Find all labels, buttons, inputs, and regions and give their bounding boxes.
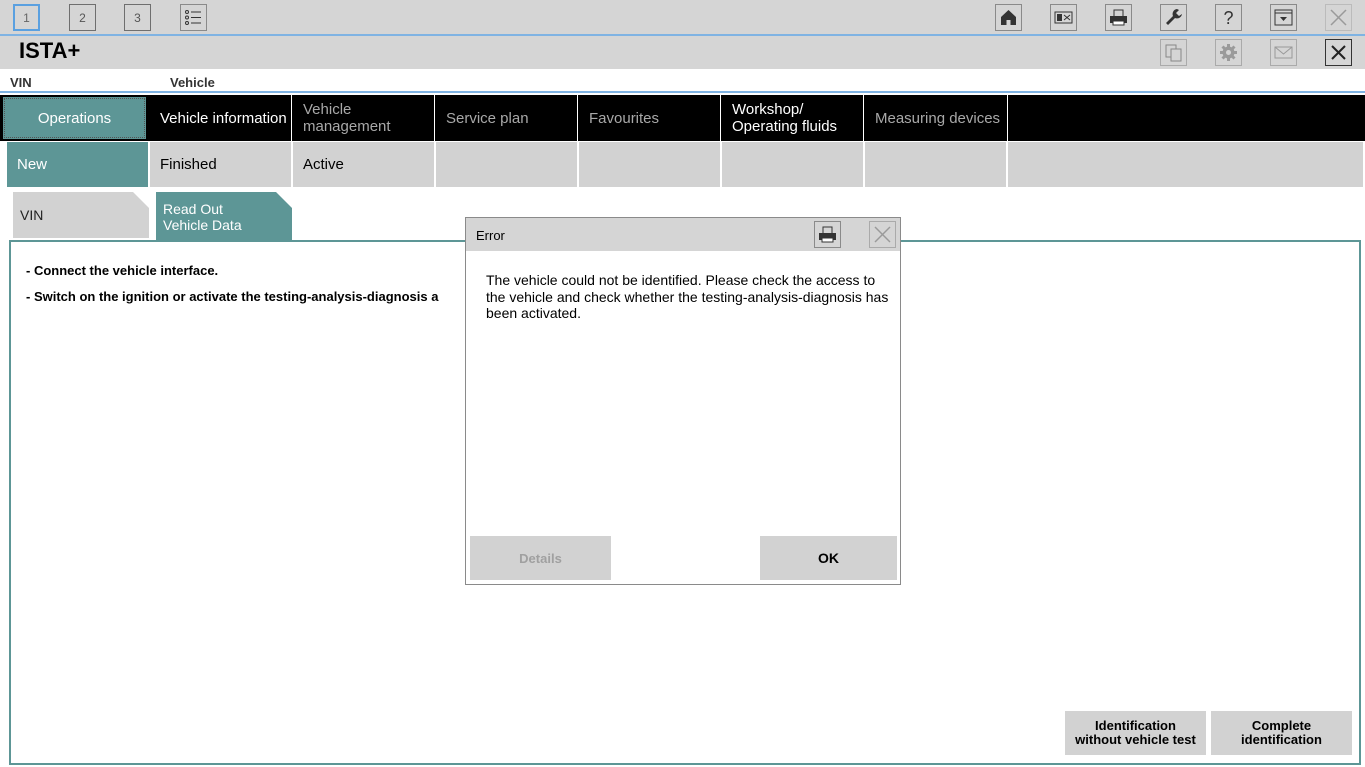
tab-label: VIN: [20, 207, 44, 223]
nav-label: Vehicle management: [303, 101, 391, 135]
ok-button[interactable]: OK: [760, 536, 897, 580]
subnav-label: New: [17, 156, 48, 173]
dialog-header: Error: [466, 218, 900, 251]
nav-label: Measuring devices: [875, 109, 1001, 127]
nav-label: Vehicle information: [160, 109, 287, 127]
nav-operations[interactable]: Operations: [1, 95, 148, 141]
session-tab-1[interactable]: 1: [13, 4, 40, 31]
vehicle-image-icon[interactable]: [1050, 4, 1077, 31]
button-label-line: identification: [1241, 732, 1322, 747]
details-button[interactable]: Details: [470, 536, 611, 580]
dialog-title: Error: [476, 228, 505, 243]
button-label: Details: [519, 550, 562, 566]
error-dialog: Error The vehicle could not be identifie…: [465, 217, 901, 585]
instruction-ignition: - Switch on the ignition or activate the…: [26, 289, 439, 304]
close-window-icon[interactable]: [1325, 4, 1352, 31]
main-navigation: Operations Vehicle information Vehicle m…: [0, 95, 1365, 141]
nav-vehicle-information[interactable]: Vehicle information: [150, 95, 292, 141]
mail-icon[interactable]: [1270, 39, 1297, 66]
home-icon[interactable]: [995, 4, 1022, 31]
nav-label: Service plan: [446, 109, 529, 127]
tab-vin[interactable]: VIN: [13, 192, 149, 238]
session-tab-3[interactable]: 3: [124, 4, 151, 31]
copy-icon[interactable]: [1160, 39, 1187, 66]
complete-identification-button[interactable]: Complete identification: [1211, 711, 1352, 755]
button-label: OK: [818, 550, 839, 566]
close-icon[interactable]: [869, 221, 896, 248]
subnav-label: Finished: [160, 156, 217, 173]
settings-icon[interactable]: [1215, 39, 1242, 66]
close-icon[interactable]: [1325, 39, 1352, 66]
session-tab-2[interactable]: 2: [69, 4, 96, 31]
subnav-new[interactable]: New: [7, 142, 148, 187]
subnav-empty-slot: [579, 142, 720, 187]
nav-label: Operations: [37, 109, 112, 127]
button-label-line: Identification: [1095, 718, 1176, 733]
nav-label: Workshop/ Operating fluids: [732, 101, 838, 135]
minimize-window-icon[interactable]: [1270, 4, 1297, 31]
top-toolbar: 1 2 3 ?: [0, 0, 1365, 36]
dialog-message: The vehicle could not be identified. Ple…: [486, 272, 889, 321]
nav-measuring-devices[interactable]: Measuring devices: [865, 95, 1008, 141]
vehicle-label: Vehicle: [170, 75, 215, 90]
button-label-line: without vehicle test: [1075, 732, 1196, 747]
subnav-empty-slot: [865, 142, 1006, 187]
subnav-label: Active: [303, 156, 344, 173]
list-icon[interactable]: [180, 4, 207, 31]
nav-vehicle-management[interactable]: Vehicle management: [293, 95, 435, 141]
subnav-empty-slot: [1008, 142, 1363, 187]
button-label-line: Complete: [1251, 718, 1312, 733]
button-label: Identification without vehicle test: [1075, 719, 1196, 747]
tab-label-line: Vehicle Data: [163, 217, 242, 233]
nav-label: Favourites: [589, 109, 660, 127]
wrench-icon[interactable]: [1160, 4, 1187, 31]
tab-label: Read Out Vehicle Data: [163, 201, 242, 233]
printer-icon[interactable]: [1105, 4, 1132, 31]
subnav-empty-slot: [436, 142, 577, 187]
printer-icon[interactable]: [814, 221, 841, 248]
nav-service-plan[interactable]: Service plan: [436, 95, 578, 141]
vin-label: VIN: [10, 75, 32, 90]
tab-label-line: Read Out: [163, 201, 223, 217]
tab-read-out-vehicle-data[interactable]: Read Out Vehicle Data: [156, 192, 292, 242]
help-icon[interactable]: ?: [1215, 4, 1242, 31]
svg-text:?: ?: [1223, 8, 1233, 28]
title-bar: ISTA+: [0, 36, 1365, 69]
nav-workshop-operating-fluids[interactable]: Workshop/ Operating fluids: [722, 95, 864, 141]
identification-without-test-button[interactable]: Identification without vehicle test: [1065, 711, 1206, 755]
sub-navigation: New Finished Active: [0, 141, 1365, 187]
nav-favourites[interactable]: Favourites: [579, 95, 721, 141]
instruction-connect: - Connect the vehicle interface.: [26, 263, 219, 278]
subnav-active[interactable]: Active: [293, 142, 434, 187]
vehicle-info-bar: VIN Vehicle: [0, 69, 1365, 93]
button-label: Complete identification: [1241, 719, 1322, 747]
subnav-empty-slot: [722, 142, 863, 187]
subnav-finished[interactable]: Finished: [150, 142, 291, 187]
app-title: ISTA+: [19, 38, 81, 63]
